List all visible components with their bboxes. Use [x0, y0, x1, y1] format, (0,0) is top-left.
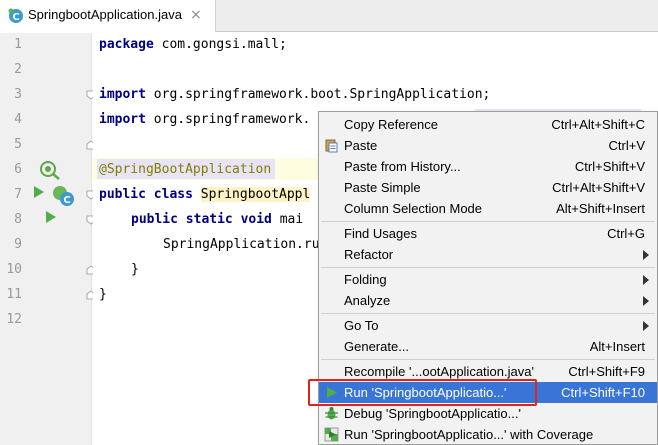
line-number: 7 — [14, 187, 22, 202]
run-gutter-icon[interactable] — [45, 210, 57, 224]
spring-class-icon[interactable]: C — [52, 185, 76, 207]
code-line-11: } — [99, 287, 107, 302]
line-number: 4 — [14, 112, 22, 127]
menu-item-folding[interactable]: Folding — [319, 269, 657, 290]
menu-item-column-selection-mode[interactable]: Column Selection Mode Alt+Shift+Insert — [319, 198, 657, 219]
line-number: 3 — [14, 87, 22, 102]
line-number: 8 — [14, 212, 22, 227]
line-number: 12 — [6, 312, 22, 327]
editor-tab-bar: C SpringbootApplication.java × — [0, 0, 658, 32]
menu-item-find-usages[interactable]: Find Usages Ctrl+G — [319, 223, 657, 244]
code-line-8: public static void mai — [131, 212, 304, 227]
submenu-arrow-icon — [643, 275, 649, 285]
line-number: 6 — [14, 162, 22, 177]
coverage-icon — [324, 427, 339, 442]
menu-item-copy-reference[interactable]: Copy Reference Ctrl+Alt+Shift+C — [319, 114, 657, 135]
line-number: 9 — [14, 237, 22, 252]
code-line-3: import org.springframework.boot.SpringAp… — [99, 87, 491, 102]
editor-gutter: 1 2 3 4 5 6 7 8 9 10 11 12 C — [0, 33, 96, 445]
menu-item-paste[interactable]: Paste Ctrl+V — [319, 135, 657, 156]
svg-text:C: C — [12, 12, 19, 23]
menu-separator — [321, 221, 655, 222]
spring-bean-icon[interactable] — [38, 160, 62, 180]
svg-text:C: C — [63, 195, 70, 206]
red-highlight-box — [308, 379, 537, 406]
code-line-9: SpringApplication.ru — [163, 237, 320, 252]
menu-separator — [321, 267, 655, 268]
java-class-icon: C — [8, 8, 23, 23]
menu-item-generate[interactable]: Generate... Alt+Insert — [319, 336, 657, 357]
paste-icon — [325, 139, 338, 153]
submenu-arrow-icon — [643, 250, 649, 260]
code-line-6: @SpringBootApplication — [99, 162, 272, 177]
line-number: 10 — [6, 262, 22, 277]
menu-item-run-with-coverage[interactable]: Run 'SpringbootApplicatio...' with Cover… — [319, 424, 657, 445]
menu-item-paste-from-history[interactable]: Paste from History... Ctrl+Shift+V — [319, 156, 657, 177]
debug-icon — [325, 407, 338, 420]
code-line-10: } — [131, 262, 139, 277]
menu-item-paste-simple[interactable]: Paste Simple Ctrl+Alt+Shift+V — [319, 177, 657, 198]
menu-item-go-to[interactable]: Go To — [319, 315, 657, 336]
tab-label: SpringbootApplication.java — [28, 7, 182, 22]
menu-separator — [321, 359, 655, 360]
tab-springboot-application[interactable]: C SpringbootApplication.java × — [0, 0, 216, 32]
code-line-1: package com.gongsi.mall; — [99, 37, 287, 52]
menu-item-debug[interactable]: Debug 'SpringbootApplicatio...' — [319, 403, 657, 424]
line-number: 1 — [14, 37, 22, 52]
close-icon[interactable]: × — [190, 7, 202, 23]
menu-separator — [321, 313, 655, 314]
menu-item-analyze[interactable]: Analyze — [319, 290, 657, 311]
run-gutter-icon[interactable] — [33, 185, 45, 199]
submenu-arrow-icon — [643, 321, 649, 331]
menu-item-refactor[interactable]: Refactor — [319, 244, 657, 265]
line-number: 11 — [6, 287, 22, 302]
submenu-arrow-icon — [643, 296, 649, 306]
code-line-7: public class SpringbootAppl — [99, 187, 311, 202]
line-number: 2 — [14, 62, 22, 77]
line-number: 5 — [14, 137, 22, 152]
code-line-4: import org.springframework. — [99, 112, 311, 127]
